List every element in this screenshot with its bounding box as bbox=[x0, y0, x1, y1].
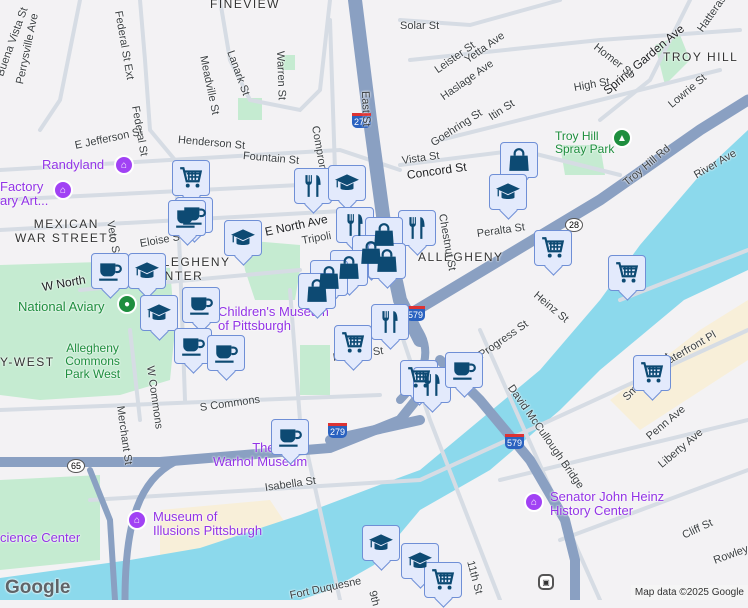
fork-knife-icon bbox=[342, 212, 368, 238]
graduation-cap-icon bbox=[134, 258, 160, 284]
grocery-marker[interactable] bbox=[608, 255, 646, 291]
cart-icon bbox=[178, 165, 204, 191]
cart-icon bbox=[430, 567, 456, 593]
grocery-marker[interactable] bbox=[334, 325, 372, 361]
shop-marker[interactable] bbox=[500, 142, 538, 178]
street-label: East St bbox=[359, 90, 373, 127]
cart-icon bbox=[340, 330, 366, 356]
museum-icon[interactable]: ⌂ bbox=[114, 155, 134, 175]
shopping-bag-icon bbox=[374, 248, 400, 274]
school-marker[interactable] bbox=[128, 253, 166, 289]
shopping-bag-icon bbox=[304, 278, 330, 304]
neighborhood-troy-hill: TROY HILL bbox=[663, 50, 739, 64]
neighborhood-fineview: FINEVIEW bbox=[210, 0, 281, 11]
cup-icon bbox=[180, 333, 206, 359]
shopping-bag-icon bbox=[506, 147, 532, 173]
graduation-cap-icon bbox=[495, 179, 521, 205]
cup-icon bbox=[174, 205, 200, 231]
school-marker[interactable] bbox=[140, 295, 178, 331]
museum-icon[interactable]: ⌂ bbox=[127, 510, 147, 530]
street-label: Warren St bbox=[274, 50, 288, 101]
street-label: Solar St bbox=[400, 20, 440, 32]
school-marker[interactable] bbox=[328, 165, 366, 201]
museum-icon[interactable]: ⌂ bbox=[524, 492, 544, 512]
cart-icon bbox=[540, 235, 566, 261]
park-allegheny-commons[interactable]: Allegheny Commons Park West bbox=[65, 342, 120, 381]
graduation-cap-icon bbox=[146, 300, 172, 326]
museum-icon[interactable]: ⌂ bbox=[53, 180, 73, 200]
google-logo: Google bbox=[5, 577, 71, 598]
grocery-marker[interactable] bbox=[172, 160, 210, 196]
cup-icon bbox=[213, 340, 239, 366]
cup-icon bbox=[277, 424, 303, 450]
poi-national-aviary[interactable]: National Aviary bbox=[18, 300, 104, 313]
fork-knife-icon bbox=[377, 309, 403, 335]
restaurant-marker[interactable] bbox=[294, 168, 332, 204]
graduation-cap-icon bbox=[334, 170, 360, 196]
fork-knife-icon bbox=[404, 215, 430, 241]
paw-icon[interactable]: ● bbox=[117, 294, 137, 314]
cup-icon bbox=[188, 292, 214, 318]
restaurant-marker[interactable] bbox=[371, 304, 409, 340]
fork-knife-icon bbox=[419, 372, 445, 398]
poi-factory[interactable]: Factory ary Art... bbox=[0, 180, 48, 208]
school-marker[interactable] bbox=[489, 174, 527, 210]
cup-icon bbox=[451, 357, 477, 383]
cafe-marker[interactable] bbox=[207, 335, 245, 371]
cart-icon bbox=[639, 360, 665, 386]
school-marker[interactable] bbox=[362, 525, 400, 561]
restaurant-marker[interactable] bbox=[398, 210, 436, 246]
graduation-cap-icon bbox=[230, 225, 256, 251]
graduation-cap-icon bbox=[368, 530, 394, 556]
fork-knife-icon bbox=[300, 173, 326, 199]
i279-shield-south: 279 bbox=[328, 423, 348, 438]
shop-marker[interactable] bbox=[368, 243, 406, 279]
cart-icon bbox=[614, 260, 640, 286]
cafe-marker[interactable] bbox=[182, 287, 220, 323]
map-attribution[interactable]: Map data ©2025 Google bbox=[630, 585, 748, 600]
poi-randyland[interactable]: Randyland bbox=[42, 158, 104, 172]
poi-science-center[interactable]: cience Center bbox=[0, 531, 80, 545]
grocery-marker[interactable] bbox=[424, 562, 462, 598]
cafe-marker[interactable] bbox=[91, 253, 129, 289]
cup-icon bbox=[97, 258, 123, 284]
neighborhood-west: Y-WEST bbox=[0, 355, 55, 369]
cafe-marker[interactable] bbox=[445, 352, 483, 388]
poi-heinz-history-center[interactable]: Senator John Heinz History Center bbox=[550, 490, 664, 518]
i579-shield-lower: 579 bbox=[505, 434, 525, 449]
transit-station-icon[interactable]: ▣ bbox=[538, 574, 554, 590]
park-troy-hill-spray[interactable]: Troy Hill Spray Park bbox=[555, 130, 614, 156]
grocery-marker[interactable] bbox=[534, 230, 572, 266]
school-marker[interactable] bbox=[224, 220, 262, 256]
neighborhood-allegheny: ALLEGHENY bbox=[418, 250, 504, 264]
grocery-marker[interactable] bbox=[633, 355, 671, 391]
cafe-marker[interactable] bbox=[271, 419, 309, 455]
neighborhood-mexican-war-streets: MEXICAN WAR STREETS bbox=[15, 217, 118, 245]
park-tree-icon[interactable]: ▲ bbox=[612, 128, 632, 148]
poi-museum-of-illusions[interactable]: Museum of Illusions Pittsburgh bbox=[153, 510, 262, 538]
route-65-shield: 65 bbox=[67, 459, 85, 473]
